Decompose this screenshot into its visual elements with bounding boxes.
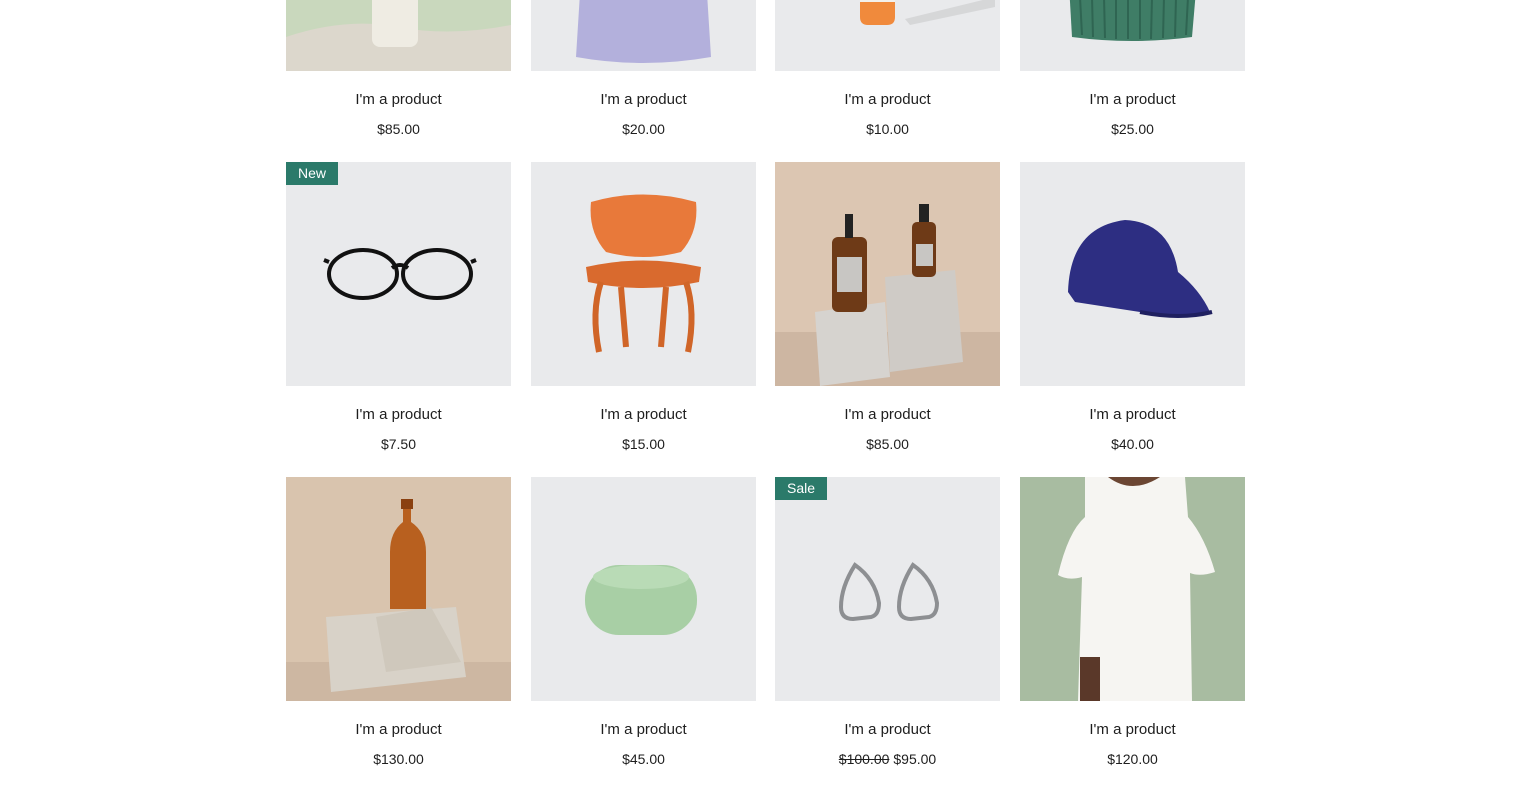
product-name[interactable]: I'm a product [775, 406, 1000, 423]
product-name[interactable]: I'm a product [1020, 721, 1245, 738]
product-price: $85.00 [866, 436, 909, 452]
product-image[interactable]: New [286, 162, 511, 386]
product-name[interactable]: I'm a product [286, 721, 511, 738]
new-ribbon: New [286, 162, 339, 185]
original-price: $100.00 [838, 751, 890, 767]
product-image[interactable] [1020, 0, 1245, 71]
product-name[interactable]: I'm a product [775, 91, 1000, 108]
product-price: $20.00 [622, 121, 665, 137]
product-price: $85.00 [377, 121, 420, 137]
product-image[interactable] [286, 477, 511, 701]
product-price: $120.00 [1107, 751, 1158, 767]
product-name[interactable]: I'm a product [531, 721, 756, 738]
product-name[interactable]: I'm a product [1020, 406, 1245, 423]
product-price: $25.00 [1111, 121, 1154, 137]
sale-price: $95.00 [893, 751, 937, 767]
product-price: $10.00 [866, 121, 909, 137]
product-price: $45.00 [622, 751, 665, 767]
product-image[interactable]: Sale [775, 477, 1000, 701]
product-image[interactable] [531, 477, 756, 701]
product-name[interactable]: I'm a product [1020, 91, 1245, 108]
product-price: $15.00 [622, 436, 665, 452]
product-price: $130.00 [373, 751, 424, 767]
product-price: $100.00 $95.00 [775, 751, 1000, 767]
sale-ribbon: Sale [775, 477, 828, 500]
product-price: $7.50 [380, 436, 417, 452]
product-name[interactable]: I'm a product [531, 406, 756, 423]
product-image[interactable] [775, 162, 1000, 386]
product-price: $40.00 [1111, 436, 1154, 452]
product-name[interactable]: I'm a product [286, 91, 511, 108]
product-image[interactable] [531, 162, 756, 386]
product-image[interactable] [531, 0, 756, 71]
product-image[interactable] [775, 0, 1000, 71]
product-image[interactable] [1020, 477, 1245, 701]
product-name[interactable]: I'm a product [286, 406, 511, 423]
product-name[interactable]: I'm a product [531, 91, 756, 108]
product-image[interactable] [1020, 162, 1245, 386]
product-image[interactable] [286, 0, 511, 71]
product-name[interactable]: I'm a product [775, 721, 1000, 738]
